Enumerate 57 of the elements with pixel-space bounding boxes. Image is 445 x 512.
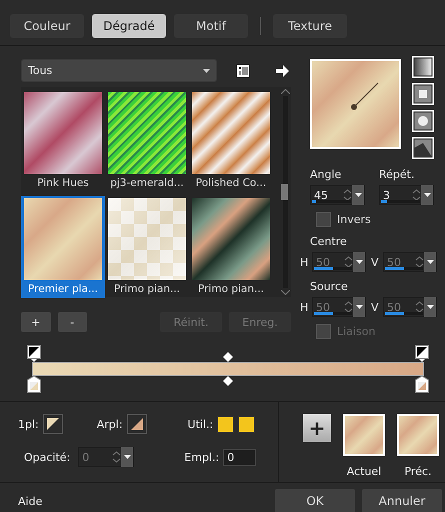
help-label[interactable]: Aide <box>18 494 268 508</box>
caret-icon <box>203 68 210 72</box>
field-label: Répét. <box>379 168 416 181</box>
background-label: Arpl: <box>96 418 123 430</box>
dialog-button[interactable]: OK <box>275 489 355 512</box>
axis-label: H <box>300 300 310 314</box>
color-swatch[interactable] <box>238 416 256 432</box>
gradient-style-icon[interactable] <box>411 82 435 106</box>
swatch-label: Actuel <box>346 465 382 478</box>
scrollbar[interactable] <box>279 87 291 297</box>
scrollbar-thumb[interactable] <box>281 184 288 200</box>
foreground-swatch[interactable] <box>42 414 63 434</box>
location-field[interactable]: 0 <box>223 448 256 466</box>
color-swatch[interactable] <box>217 416 234 432</box>
category-dropdown[interactable]: Tous <box>21 59 217 82</box>
opacity-label: Opacité: <box>24 450 70 464</box>
arrow-right-icon[interactable] <box>276 64 289 76</box>
gradient-swatch[interactable] <box>397 414 439 456</box>
opacity-stop-icon[interactable] <box>27 345 41 362</box>
gradient-style-icon[interactable] <box>411 55 435 79</box>
axis-label: V <box>371 300 380 314</box>
gallery-button[interactable]: + <box>21 312 51 332</box>
axis-label: H <box>300 256 310 268</box>
group-label: Centre <box>310 235 348 248</box>
location-label: Empl.: <box>184 450 220 464</box>
gradient-style-icon[interactable] <box>411 136 435 160</box>
caret-icon[interactable] <box>352 185 364 205</box>
gradient-item[interactable]: Premier pla... <box>21 196 105 298</box>
tab[interactable]: Texture <box>273 14 347 38</box>
color-stop-icon[interactable] <box>27 376 41 393</box>
gradient-style-icon[interactable] <box>411 109 435 133</box>
add-button[interactable]: + <box>303 414 331 442</box>
angle-handle-icon[interactable] <box>350 81 380 111</box>
gradient-swatch[interactable] <box>343 414 385 456</box>
field-label: Angle <box>310 168 342 181</box>
background-swatch[interactable] <box>126 414 147 434</box>
scroll-up-icon[interactable] <box>280 89 290 94</box>
foreground-label: 1pl: <box>18 418 39 430</box>
use-label: Util.: <box>188 418 214 430</box>
tab[interactable]: Motif <box>174 14 248 38</box>
scroll-down-icon[interactable] <box>280 290 290 295</box>
tab[interactable]: Dégradé <box>92 14 166 38</box>
gallery-button[interactable]: - <box>58 312 88 332</box>
opacity-stop-icon[interactable] <box>415 345 429 362</box>
tab[interactable]: Couleur <box>10 14 84 38</box>
dialog-button[interactable]: Annuler <box>362 489 442 512</box>
number-field[interactable]: 45 <box>310 185 365 205</box>
axis-label: V <box>371 256 380 268</box>
list-view-icon[interactable] <box>236 64 250 78</box>
swatch-label: Préc. <box>404 465 432 478</box>
number-field[interactable]: 3 <box>379 185 434 205</box>
checkbox[interactable]: Invers <box>316 212 371 227</box>
spin-icon[interactable] <box>343 189 352 201</box>
color-stop-icon[interactable] <box>415 376 429 393</box>
spin-icon[interactable] <box>412 189 421 201</box>
caret-icon[interactable] <box>421 185 433 205</box>
group-label: Source <box>310 280 349 293</box>
